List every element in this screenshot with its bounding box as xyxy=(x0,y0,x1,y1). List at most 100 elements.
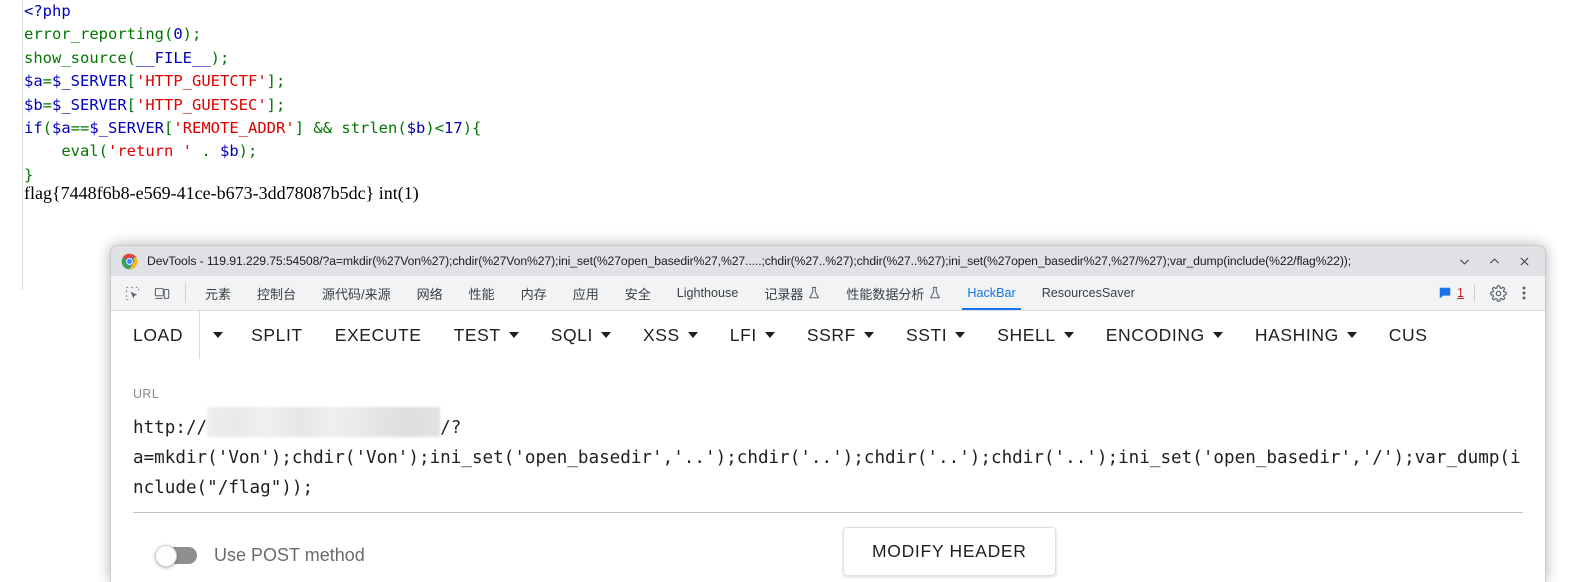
devtools-tabstrip: 元素 控制台 源代码/来源 网络 性能 内存 应用 安全 Lighthouse 记录器 性能数据分析… xyxy=(111,276,1545,311)
tab-label: 安全 xyxy=(624,286,651,302)
chevron-down-icon xyxy=(1212,332,1223,338)
ssrf-button[interactable]: SSRF xyxy=(791,311,890,359)
gear-icon[interactable] xyxy=(1485,280,1511,306)
xss-button[interactable]: XSS xyxy=(627,311,714,359)
encoding-button[interactable]: ENCODING xyxy=(1090,311,1239,359)
load-dropdown-button[interactable] xyxy=(199,311,235,359)
chevron-down-icon xyxy=(1346,332,1357,338)
code-token: [ xyxy=(126,72,137,91)
chevron-down-icon xyxy=(508,332,519,338)
url-value[interactable]: http:///? a=mkdir('Von');chdir('Von');in… xyxy=(133,407,1523,503)
code-token: ( xyxy=(397,119,407,138)
chevron-down-icon xyxy=(600,332,611,338)
execute-button[interactable]: EXECUTE xyxy=(319,311,438,359)
maximize-button[interactable] xyxy=(1479,247,1509,275)
issues-count[interactable]: 1 xyxy=(1457,286,1464,300)
tab-[interactable]: 控制台 xyxy=(244,276,309,310)
chevron-down-icon xyxy=(1063,332,1074,338)
button-label: ENCODING xyxy=(1105,324,1205,345)
code-token: __FILE__ xyxy=(136,48,211,67)
tab-resourcessaver[interactable]: ResourcesSaver xyxy=(1029,276,1148,310)
hackbar-body: URL http:///? a=mkdir('Von');chdir('Von'… xyxy=(111,359,1545,579)
tab-label: 性能数据分析 xyxy=(846,286,925,302)
code-token: ] xyxy=(294,119,314,138)
devtools-window-title: DevTools - 119.91.229.75:54508/?a=mkdir(… xyxy=(147,254,1352,268)
tab-label: 网络 xyxy=(416,286,443,302)
button-label: SQLI xyxy=(550,324,593,345)
tab-[interactable]: 元素 xyxy=(192,276,244,310)
code-token: show_source xyxy=(24,48,127,67)
close-button[interactable] xyxy=(1509,247,1539,275)
code-line: eval('return ' . $b); xyxy=(24,140,481,163)
code-token: $a xyxy=(52,119,71,138)
lfi-button[interactable]: LFI xyxy=(714,311,791,359)
window-controls xyxy=(1449,247,1545,275)
test-button[interactable]: TEST xyxy=(438,311,535,359)
sqli-button[interactable]: SQLI xyxy=(535,311,627,359)
code-token: ); xyxy=(238,142,258,161)
experiment-flask-icon xyxy=(929,286,941,300)
code-token: = xyxy=(42,72,53,91)
tab-[interactable]: 安全 xyxy=(612,276,664,310)
code-token: ]; xyxy=(266,72,286,91)
use-post-method-toggle[interactable] xyxy=(155,545,199,567)
code-token: strlen xyxy=(341,119,398,138)
issues-icon[interactable]: 1 xyxy=(1438,286,1464,300)
code-token: == xyxy=(70,119,90,138)
use-post-method-label: Use POST method xyxy=(214,544,365,565)
tab-[interactable]: 应用 xyxy=(560,276,612,310)
load-button[interactable]: LOAD xyxy=(117,311,199,359)
devtools-titlebar[interactable]: DevTools - 119.91.229.75:54508/?a=mkdir(… xyxy=(111,246,1545,276)
split-button[interactable]: SPLIT xyxy=(235,311,319,359)
tabstrip-actions: 1 xyxy=(1438,276,1545,310)
code-token: ( xyxy=(98,142,108,161)
redacted-host xyxy=(207,407,441,437)
flag-output-line: flag{7448f6b8-e569-41ce-b673-3dd78087b5d… xyxy=(24,183,419,203)
code-token: 0 xyxy=(173,25,183,44)
code-token: $_SERVER xyxy=(52,95,127,114)
url-input[interactable]: http:///? a=mkdir('Von');chdir('Von');in… xyxy=(133,407,1523,513)
tab-[interactable]: 记录器 xyxy=(751,276,833,310)
tab-[interactable]: 性能数据分析 xyxy=(833,276,954,310)
code-token: = xyxy=(42,95,53,114)
ssti-button[interactable]: SSTI xyxy=(890,311,981,359)
tab-[interactable]: 内存 xyxy=(508,276,560,310)
tab-[interactable]: 网络 xyxy=(404,276,456,310)
code-token: $b xyxy=(24,95,43,114)
code-line: show_source(__FILE__); xyxy=(24,47,481,70)
code-token: 'HTTP_GUETSEC' xyxy=(136,95,267,114)
code-token: eval xyxy=(61,142,99,161)
code-token: error_reporting xyxy=(24,25,164,44)
button-label: LFI xyxy=(729,324,757,345)
tabstrip-divider xyxy=(185,283,186,303)
tab-label: 元素 xyxy=(205,286,232,302)
shell-button[interactable]: SHELL xyxy=(981,311,1089,359)
hackbar-footer: Use POST method MODIFY HEADER xyxy=(133,527,1523,579)
code-line: error_reporting(0); xyxy=(24,23,481,46)
device-toolbar-icon[interactable] xyxy=(147,276,177,310)
tab-label: 源代码/来源 xyxy=(322,286,391,302)
tab-[interactable]: 源代码/来源 xyxy=(309,276,404,310)
code-token: <?php xyxy=(24,2,71,20)
tab-[interactable]: 性能 xyxy=(456,276,508,310)
button-label: LOAD xyxy=(133,324,184,345)
modify-header-button[interactable]: MODIFY HEADER xyxy=(843,527,1056,576)
code-token: ){ xyxy=(462,119,482,138)
code-token: if xyxy=(24,119,43,138)
tab-hackbar[interactable]: HackBar xyxy=(954,276,1028,310)
hashing-button[interactable]: HASHING xyxy=(1239,311,1373,359)
tab-lighthouse[interactable]: Lighthouse xyxy=(664,276,752,310)
cus-button[interactable]: CUS xyxy=(1373,311,1444,359)
code-line: $a=$_SERVER['HTTP_GUETCTF']; xyxy=(24,70,481,93)
inspect-element-icon[interactable] xyxy=(117,276,147,310)
code-line: if($a==$_SERVER['REMOTE_ADDR'] && strlen… xyxy=(24,117,481,140)
minimize-button[interactable] xyxy=(1449,247,1479,275)
code-token: && xyxy=(313,119,342,138)
code-line: $b=$_SERVER['HTTP_GUETSEC']; xyxy=(24,94,481,117)
code-token: ( xyxy=(126,48,136,67)
chevron-down-icon xyxy=(863,332,874,338)
more-vertical-icon[interactable] xyxy=(1511,280,1537,306)
code-token: 17 xyxy=(444,119,463,138)
code-token: [ xyxy=(126,95,137,114)
chevron-down-icon xyxy=(687,332,698,338)
